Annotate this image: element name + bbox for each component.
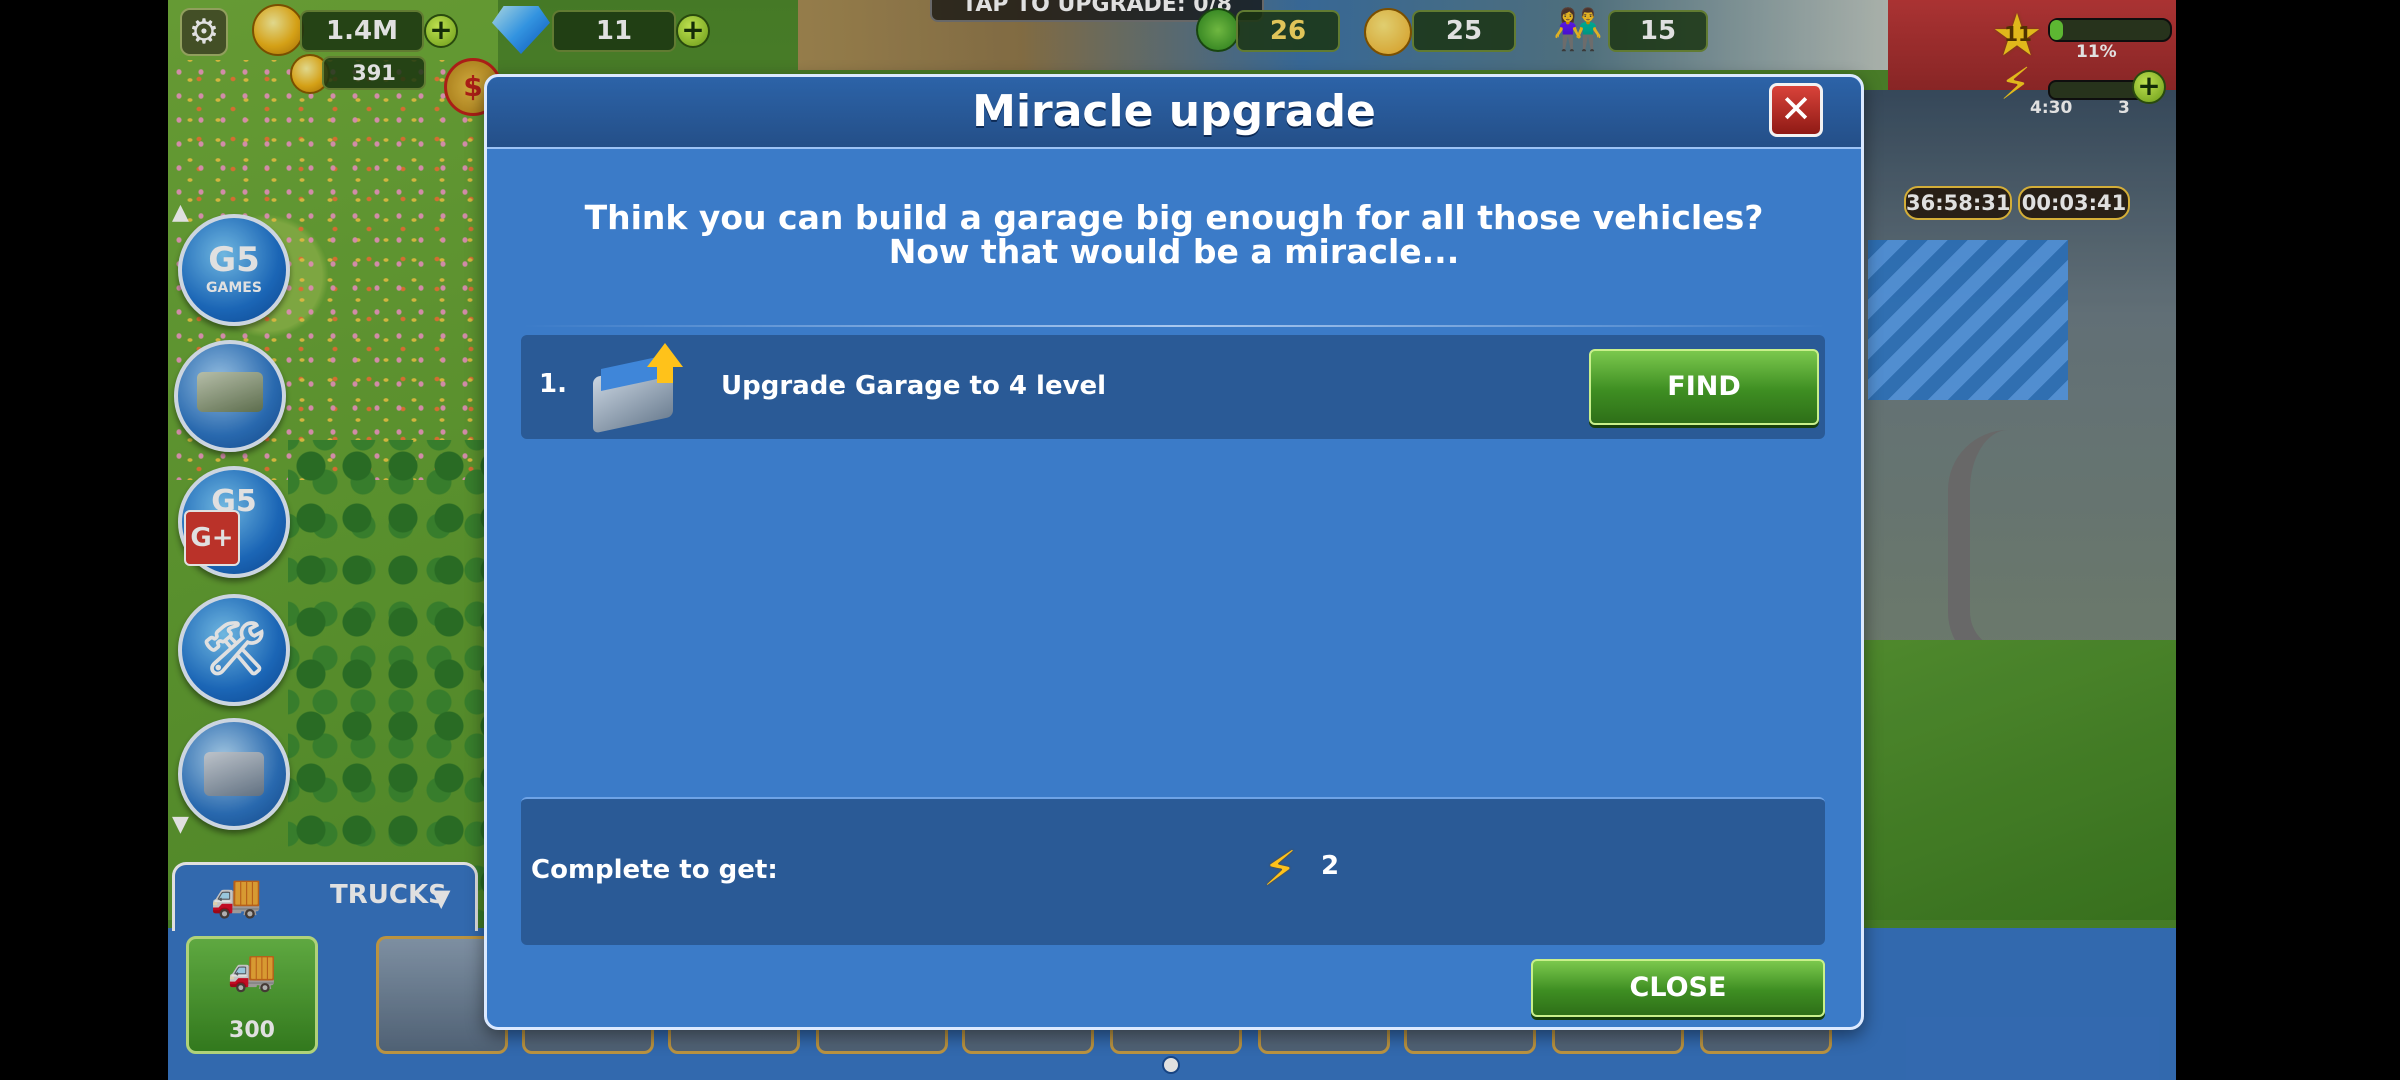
find-button[interactable]: FIND <box>1589 349 1819 425</box>
dialog-description: Think you can build a garage big enough … <box>584 198 1764 271</box>
reward-value: 2 <box>1321 851 1340 881</box>
reward-label: Complete to get: <box>531 855 778 885</box>
garage-upgrade-icon <box>581 343 691 434</box>
left-letterbox <box>0 0 168 1080</box>
reward-panel: Complete to get: ⚡ 2 <box>521 797 1825 945</box>
right-letterbox <box>2176 0 2400 1080</box>
miracle-upgrade-dialog: Miracle upgrade ✕ Think you can build a … <box>484 74 1864 1030</box>
screen: ⚙ 1.4M + 11 + 391 $ TAP TO UPGRADE: 0/8 … <box>0 0 2400 1080</box>
close-icon: ✕ <box>1780 87 1812 131</box>
task-number: 1. <box>539 369 567 399</box>
divider <box>523 325 1825 327</box>
close-x-button[interactable]: ✕ <box>1769 83 1823 137</box>
lightning-icon: ⚡ <box>1263 841 1297 897</box>
dialog-title: Miracle upgrade <box>972 86 1376 137</box>
close-button[interactable]: CLOSE <box>1531 959 1825 1017</box>
task-description: Upgrade Garage to 4 level <box>721 371 1107 401</box>
task-row: 1. Upgrade Garage to 4 level FIND <box>521 335 1825 439</box>
